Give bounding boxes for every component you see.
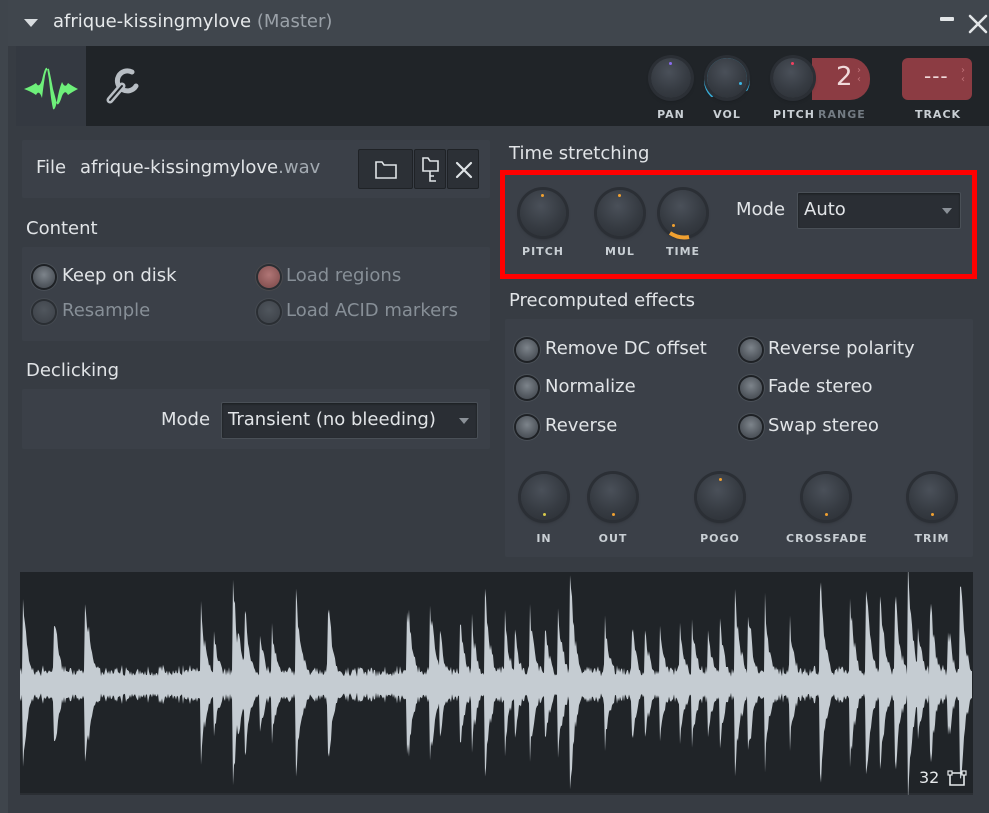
in-label: IN: [536, 532, 552, 545]
range-stepper-icon[interactable]: › ‹: [857, 66, 861, 85]
open-file-button[interactable]: [358, 149, 413, 189]
waveform-display[interactable]: [20, 572, 973, 795]
pitch-knob[interactable]: [773, 58, 813, 98]
pitch-label: PITCH: [773, 108, 815, 121]
load-regions-label[interactable]: Load regions: [286, 265, 401, 286]
normalize-label[interactable]: Normalize: [545, 376, 636, 397]
knob-indicator: [931, 513, 934, 516]
chevron-down-icon: [459, 418, 469, 424]
in-knob[interactable]: [521, 474, 567, 520]
load-regions-radio[interactable]: [258, 266, 280, 288]
pan-label: PAN: [657, 108, 685, 121]
vol-label: VOL: [713, 108, 741, 121]
normalize-radio[interactable]: [516, 377, 538, 399]
resample-radio[interactable]: [33, 301, 55, 323]
knob-indicator: [719, 478, 722, 481]
knob-indicator: [825, 513, 828, 516]
tab-sample[interactable]: [16, 46, 86, 126]
waveform: [20, 572, 972, 795]
close-icon: [455, 161, 473, 179]
keep-on-disk-label[interactable]: Keep on disk: [62, 265, 177, 286]
knob-indicator: [791, 62, 794, 65]
range-value: 2: [836, 62, 853, 92]
knob-indicator: [739, 82, 742, 85]
crossfade-label: CROSSFADE: [786, 532, 868, 545]
content-panel: [22, 247, 490, 341]
pogo-label: POGO: [700, 532, 740, 545]
remove-file-button[interactable]: [447, 149, 479, 189]
window-title: afrique-kissingmylove (Master): [53, 11, 332, 32]
title-bar[interactable]: afrique-kissingmylove (Master): [8, 0, 989, 46]
load-acid-markers-label[interactable]: Load ACID markers: [286, 300, 458, 321]
reverse-radio[interactable]: [516, 416, 538, 438]
crossfade-knob[interactable]: [803, 474, 849, 520]
load-acid-markers-radio[interactable]: [258, 301, 280, 323]
knob-indicator: [669, 62, 672, 65]
wrench-icon[interactable]: [96, 60, 148, 112]
title-suffix: (Master): [256, 11, 333, 32]
fade-stereo-label[interactable]: Fade stereo: [768, 376, 873, 397]
resample-label[interactable]: Resample: [62, 300, 150, 321]
folder-tree-icon: [422, 157, 439, 182]
declicking-title: Declicking: [26, 360, 119, 381]
folder-icon: [375, 161, 397, 179]
swap-stereo-label[interactable]: Swap stereo: [768, 415, 879, 436]
remove-dc-offset-label[interactable]: Remove DC offset: [545, 338, 707, 359]
knob-indicator: [543, 513, 546, 516]
zoom-fit-icon[interactable]: [946, 769, 968, 787]
title-name: afrique-kissingmylove: [53, 11, 252, 32]
declicking-mode-value: Transient (no bleeding): [228, 409, 436, 430]
reverse-polarity-label[interactable]: Reverse polarity: [768, 338, 915, 359]
trim-knob[interactable]: [909, 474, 955, 520]
out-label: OUT: [598, 532, 628, 545]
waveform-path: [20, 572, 972, 795]
zoom-value: 32: [919, 768, 940, 787]
content-title: Content: [26, 218, 98, 239]
track-stepper-icon[interactable]: › ‹: [961, 66, 965, 85]
vol-knob[interactable]: [707, 58, 747, 98]
file-label: File: [36, 157, 67, 178]
trim-label: TRIM: [914, 532, 950, 545]
declicking-mode-label: Mode: [161, 409, 211, 430]
close-icon[interactable]: [966, 12, 989, 36]
minimize-button[interactable]: [940, 17, 954, 21]
fade-stereo-radio[interactable]: [740, 377, 762, 399]
reverse-label[interactable]: Reverse: [545, 415, 617, 436]
knob-indicator: [612, 513, 615, 516]
out-knob[interactable]: [590, 474, 636, 520]
precomputed-title: Precomputed effects: [509, 290, 696, 311]
pogo-knob[interactable]: [697, 474, 743, 520]
track-value: ---: [924, 64, 949, 88]
swap-stereo-radio[interactable]: [740, 416, 762, 438]
track-label: TRACK: [914, 108, 962, 121]
browse-file-button[interactable]: [414, 149, 446, 189]
waveform-icon: [24, 67, 78, 110]
file-name: afrique-kissingmylove.wav: [80, 157, 321, 178]
menu-arrow-icon[interactable]: [24, 19, 38, 27]
remove-dc-offset-radio[interactable]: [516, 339, 538, 361]
reverse-polarity-radio[interactable]: [740, 339, 762, 361]
range-label: RANGE: [818, 108, 866, 121]
declicking-mode-select[interactable]: Transient (no bleeding): [221, 402, 478, 439]
time-stretching-title: Time stretching: [509, 143, 650, 164]
pan-knob[interactable]: [651, 58, 691, 98]
keep-on-disk-radio[interactable]: [33, 266, 55, 288]
highlight-box: [500, 170, 977, 279]
